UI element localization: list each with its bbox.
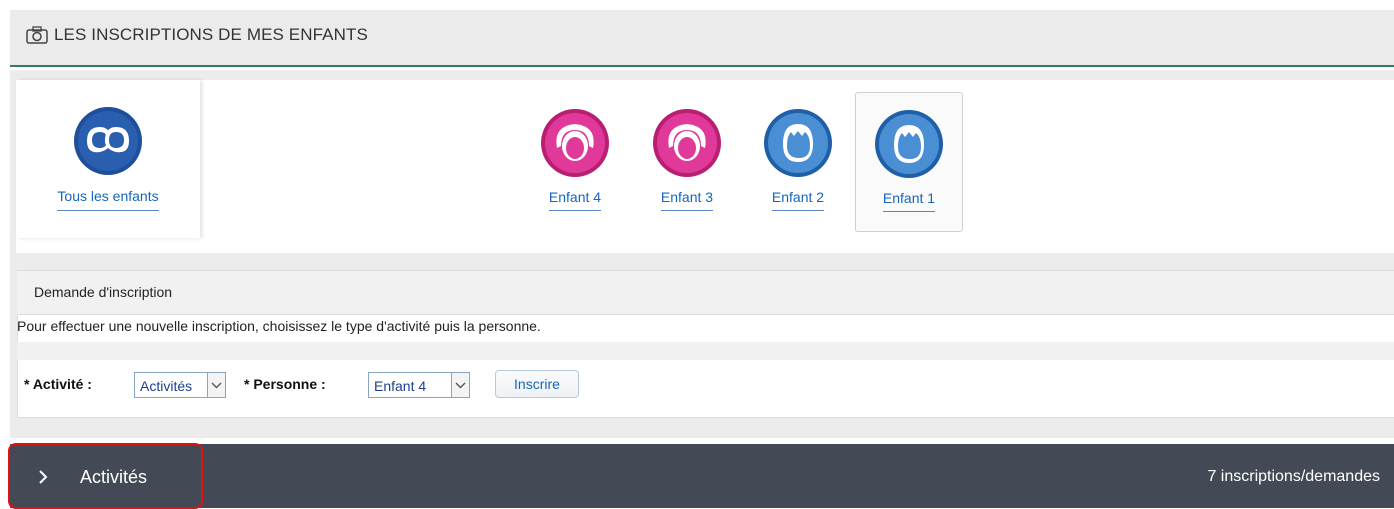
child-tile-enfant-2[interactable]: Enfant 2: [744, 92, 852, 232]
girl-avatar-icon: [541, 109, 609, 177]
child-name: Enfant 3: [660, 189, 714, 211]
activite-label: * Activité :: [24, 376, 92, 392]
section-header: LES INSCRIPTIONS DE MES ENFANTS: [10, 10, 1394, 67]
child-name: Enfant 4: [548, 189, 602, 211]
demande-header: Demande d'inscription: [17, 270, 1394, 315]
activite-select[interactable]: Activités: [134, 372, 226, 398]
page-title: LES INSCRIPTIONS DE MES ENFANTS: [54, 25, 368, 44]
demande-info: Pour effectuer une nouvelle inscription,…: [17, 318, 541, 334]
chevron-down-icon: [207, 373, 225, 397]
personne-select-value: Enfant 4: [374, 378, 427, 394]
child-name: Enfant 2: [771, 189, 825, 211]
camera-icon: [26, 26, 48, 44]
child-tile-enfant-3[interactable]: Enfant 3: [633, 92, 741, 232]
focus-highlight: [8, 443, 203, 509]
all-children-label: Tous les enfants: [57, 188, 159, 211]
demande-title: Demande d'inscription: [34, 284, 173, 300]
chevron-down-icon: [451, 373, 469, 397]
activities-bar[interactable]: [10, 444, 1394, 508]
registrations-count: 7 inscriptions/demandes: [1207, 468, 1380, 485]
child-tile-enfant-4[interactable]: Enfant 4: [521, 92, 629, 232]
personne-select[interactable]: Enfant 4: [368, 372, 470, 398]
boy-avatar-icon: [875, 110, 943, 178]
children-group-icon: [74, 107, 142, 175]
boy-avatar-icon: [764, 109, 832, 177]
girl-avatar-icon: [653, 109, 721, 177]
inscrire-button[interactable]: Inscrire: [495, 370, 579, 398]
divider: [17, 342, 1394, 360]
activite-select-value: Activités: [140, 378, 193, 394]
all-children-tile[interactable]: Tous les enfants: [16, 80, 200, 238]
child-name: Enfant 1: [882, 190, 936, 212]
personne-label: * Personne :: [244, 376, 326, 392]
child-tile-enfant-1[interactable]: Enfant 1: [855, 92, 963, 232]
